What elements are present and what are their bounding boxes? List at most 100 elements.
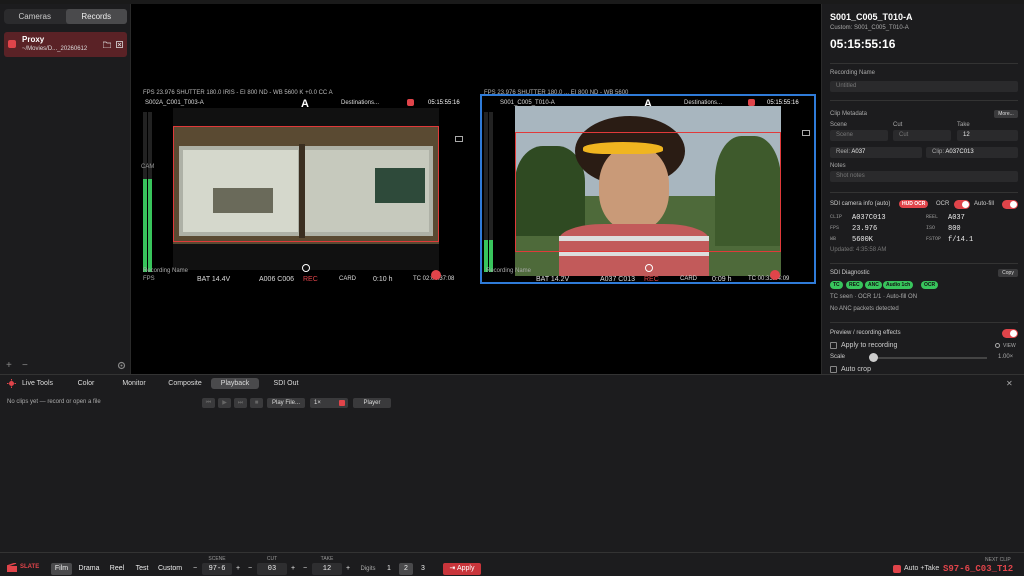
- monitor-b-video: [515, 106, 781, 276]
- monitor-b[interactable]: FPS 23.976 SHUTTER 180.0 ... EI 800 ND -…: [480, 90, 816, 284]
- camera-info-value: 5600K: [852, 236, 874, 244]
- monitor-a-cam-label: CAM: [141, 164, 155, 170]
- monitor-a-name[interactable]: S002A_C001_T003-A: [145, 100, 204, 106]
- monitor-b-pin-icon[interactable]: [748, 99, 755, 106]
- scene-decrement[interactable]: −: [190, 563, 200, 575]
- ocr-toggle[interactable]: [954, 200, 970, 209]
- cut-increment[interactable]: +: [288, 563, 298, 575]
- apply-button[interactable]: ⇥ Apply: [443, 563, 481, 575]
- take-field[interactable]: 12: [957, 130, 1018, 141]
- clip-label: Clip:: [932, 149, 945, 155]
- auto-crop-checkbox[interactable]: [830, 366, 837, 373]
- mode-reel[interactable]: Reel: [106, 563, 128, 575]
- play-file-button[interactable]: Play File...: [267, 398, 305, 408]
- scene-field[interactable]: 97-6: [202, 563, 232, 575]
- cut-field[interactable]: 03: [257, 563, 287, 575]
- hud-ocr-badge[interactable]: HUD OCR: [899, 200, 929, 208]
- camera-info-value: 23.976: [852, 225, 878, 233]
- take-field[interactable]: 12: [312, 563, 342, 575]
- copy-button[interactable]: Copy: [998, 269, 1018, 277]
- remove-button[interactable]: −: [22, 360, 28, 371]
- scale-slider-thumb[interactable]: [869, 353, 878, 362]
- clip-value: A037C013: [945, 149, 974, 155]
- live-tools-panel: Live Tools Color Monitor Composite Playb…: [0, 374, 1024, 552]
- recording-name-field[interactable]: Untitled: [830, 81, 1018, 92]
- updated-time: Updated: 4:35:58 AM: [830, 247, 887, 253]
- add-button[interactable]: +: [6, 360, 12, 371]
- tab-sdi-out[interactable]: SDI Out: [262, 378, 310, 389]
- monitor-b-top-info: FPS 23.976 SHUTTER 180.0 ... EI 800 ND -…: [484, 90, 629, 96]
- skip-back-button[interactable]: ⏮: [202, 398, 215, 408]
- gear-icon[interactable]: [117, 361, 126, 370]
- auto-take-checkbox[interactable]: [893, 565, 901, 573]
- mode-test[interactable]: Test: [131, 563, 153, 575]
- ocr-label: OCR: [936, 201, 950, 207]
- monitor-b-cc-icon: [802, 130, 810, 136]
- apply-arrow-icon: ⇥: [449, 565, 457, 572]
- speed-select[interactable]: 1×: [310, 398, 348, 408]
- take-decrement[interactable]: −: [300, 563, 310, 575]
- mode-custom[interactable]: Custom: [155, 563, 185, 575]
- next-clip-value: S97-6_C03_T12: [943, 564, 1014, 574]
- monitor-a[interactable]: FPS 23.976 SHUTTER 180.0 IRIS - EI 800 N…: [141, 90, 471, 284]
- tab-cameras[interactable]: Cameras: [4, 9, 66, 24]
- monitor-a-record-button[interactable]: [431, 270, 441, 280]
- notes-field[interactable]: Shot notes: [830, 171, 1018, 182]
- divider: [830, 100, 1018, 101]
- close-icon[interactable]: [116, 41, 123, 48]
- monitor-b-rec-status: REC: [644, 276, 659, 283]
- stop-button[interactable]: ■: [250, 398, 263, 408]
- record-item[interactable]: Proxy ~/Movies/D..._20260612: [4, 32, 127, 57]
- mode-film[interactable]: Film: [51, 563, 72, 575]
- digits-1[interactable]: 1: [382, 563, 396, 575]
- preview-effects-label: Preview / recording effects: [830, 330, 901, 336]
- view-radio[interactable]: [995, 343, 1000, 348]
- camera-info-value: A037C013: [852, 214, 886, 222]
- clip-field[interactable]: Clip: A037C013: [926, 147, 1018, 158]
- live-tools-title: Live Tools: [22, 380, 54, 387]
- recording-name-label: Recording Name: [830, 70, 876, 76]
- tab-monitor[interactable]: Monitor: [110, 378, 158, 389]
- record-checkbox[interactable]: [8, 40, 16, 48]
- tab-composite[interactable]: Composite: [160, 378, 210, 389]
- play-button[interactable]: ▶: [218, 398, 231, 408]
- sidebar-segmented-control: Cameras Records: [4, 9, 127, 24]
- inspector-title: S001_C005_T010-A: [830, 12, 913, 22]
- digits-2[interactable]: 2: [399, 563, 413, 575]
- anc-badge: ANC: [865, 281, 882, 289]
- cut-field[interactable]: Cut: [893, 130, 951, 141]
- monitor-b-card-time: 0:09 h: [712, 276, 732, 283]
- tab-records[interactable]: Records: [65, 9, 127, 24]
- monitor-a-pin-icon[interactable]: [407, 99, 414, 106]
- tab-color[interactable]: Color: [62, 378, 110, 389]
- diagnostic-status: TC seen · OCR 1/1 · Auto-fill ON: [830, 294, 918, 300]
- preview-effects-toggle[interactable]: [1002, 329, 1018, 338]
- monitor-b-record-button[interactable]: [770, 270, 780, 280]
- skip-forward-button[interactable]: ⏭: [234, 398, 247, 408]
- view-label: VIEW: [1003, 343, 1016, 349]
- player-button[interactable]: Player: [353, 398, 391, 408]
- scene-label: SCENE: [208, 556, 226, 562]
- slate-label: SLATE: [20, 564, 40, 570]
- more-button[interactable]: More...: [994, 110, 1018, 118]
- autofill-toggle[interactable]: [1002, 200, 1018, 209]
- inspector-panel: S001_C005_T010-A Custom: S001_C005_T010-…: [821, 4, 1024, 374]
- slate-icon: [7, 563, 17, 572]
- scale-slider[interactable]: [872, 357, 987, 359]
- mode-drama[interactable]: Drama: [76, 563, 102, 575]
- reel-field[interactable]: Reel: A037: [830, 147, 922, 158]
- speed-value: 1×: [314, 400, 321, 406]
- folder-icon[interactable]: [103, 41, 111, 48]
- cut-label: CUT: [266, 556, 278, 562]
- tab-playback[interactable]: Playback: [211, 378, 259, 389]
- digits-3[interactable]: 3: [416, 563, 430, 575]
- close-tools-button[interactable]: ✕: [1006, 379, 1013, 388]
- scene-increment[interactable]: +: [233, 563, 243, 575]
- apply-to-recording-checkbox[interactable]: [830, 342, 837, 349]
- cut-decrement[interactable]: −: [245, 563, 255, 575]
- cut-label: Cut: [893, 122, 903, 128]
- monitor-b-clip: A037 C013: [600, 276, 636, 283]
- take-increment[interactable]: +: [343, 563, 353, 575]
- monitor-a-destinations[interactable]: Destinations...: [341, 100, 379, 106]
- scene-field[interactable]: Scene: [830, 130, 888, 141]
